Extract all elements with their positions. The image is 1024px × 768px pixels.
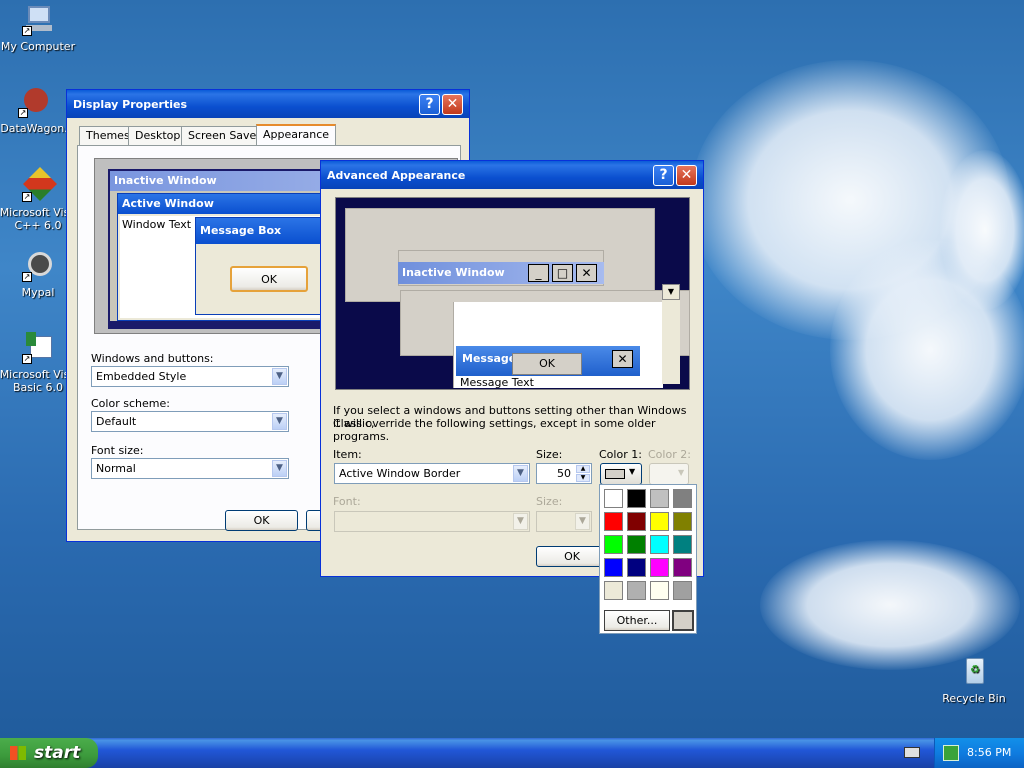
windows-and-buttons-label: Windows and buttons: xyxy=(91,352,214,365)
spinner-down-icon[interactable]: ▼ xyxy=(576,474,590,482)
current-color-swatch[interactable] xyxy=(672,610,694,631)
preview-inactive-titlebar: Inactive Window _ □ ✕ xyxy=(398,262,604,284)
system-tray: 8:56 PM xyxy=(934,738,1024,768)
keyboard-icon[interactable] xyxy=(904,747,920,758)
color-swatch[interactable] xyxy=(604,581,623,600)
color-swatch[interactable] xyxy=(604,489,623,508)
font-size-label: Size: xyxy=(536,495,563,508)
windows-logo-icon xyxy=(10,746,26,760)
chevron-down-icon: ▼ xyxy=(575,513,590,530)
chevron-down-icon[interactable]: ▼ xyxy=(513,465,528,482)
spinner-up-icon[interactable]: ▲ xyxy=(576,465,590,473)
help-button[interactable]: ? xyxy=(419,93,440,115)
recycle-bin-icon: ♻ xyxy=(958,656,990,688)
chevron-down-icon[interactable]: ▼ xyxy=(272,460,287,477)
start-button[interactable]: start xyxy=(0,738,98,768)
size-label: Size: xyxy=(536,448,563,461)
minimize-icon: _ xyxy=(528,264,549,282)
color-swatch[interactable] xyxy=(627,512,646,531)
preview-message-box: Message Box OK xyxy=(195,217,336,315)
tab-desktop[interactable]: Desktop xyxy=(128,126,188,146)
help-button[interactable]: ? xyxy=(653,164,674,186)
preview-ok-button: OK xyxy=(230,266,308,292)
color-swatch[interactable] xyxy=(650,535,669,554)
close-icon: ✕ xyxy=(612,350,633,368)
color1-label: Color 1: xyxy=(599,448,642,461)
visual-basic-icon: ↗ xyxy=(22,332,54,364)
advanced-preview: Inactive Window _ □ ✕ ▼ Message B ✕ OK M… xyxy=(335,197,690,390)
color-swatch[interactable] xyxy=(627,535,646,554)
network-icon[interactable] xyxy=(943,745,959,761)
desktop-icon-datawagon[interactable]: ↗ DataWagon. xyxy=(0,86,74,135)
preview-scrollbar: ▼ xyxy=(662,284,680,384)
font-size-select[interactable]: Normal ▼ xyxy=(91,458,289,479)
font-select: ▼ xyxy=(334,511,530,532)
color-scheme-select[interactable]: Default ▼ xyxy=(91,411,289,432)
window-title: Advanced Appearance xyxy=(327,168,466,182)
cloud xyxy=(760,540,1020,670)
desktop-icon-my-computer[interactable]: ↗ My Computer xyxy=(0,4,78,53)
color2-button: ▼ xyxy=(649,463,689,485)
close-icon: ✕ xyxy=(576,264,597,282)
maximize-icon: □ xyxy=(552,264,573,282)
color-swatch[interactable] xyxy=(604,512,623,531)
taskbar: start 8:56 PM xyxy=(0,738,1024,768)
color-swatch[interactable] xyxy=(627,489,646,508)
tab-screen-saver[interactable]: Screen Saver xyxy=(181,126,268,146)
color-swatch[interactable] xyxy=(673,489,692,508)
desktop-icon-recycle-bin[interactable]: ♻ Recycle Bin xyxy=(934,656,1014,705)
advanced-appearance-titlebar[interactable]: Advanced Appearance ? ✕ xyxy=(321,161,703,189)
color-palette-popup: Other... xyxy=(599,484,697,634)
color-swatch[interactable] xyxy=(673,558,692,577)
visual-cpp-icon: ↗ xyxy=(22,167,57,202)
display-properties-ok-button[interactable]: OK xyxy=(225,510,298,531)
tab-appearance[interactable]: Appearance xyxy=(256,124,337,146)
chevron-down-icon[interactable]: ▼ xyxy=(272,413,287,430)
color-swatch[interactable] xyxy=(650,489,669,508)
cloud xyxy=(940,150,1024,310)
color2-label: Color 2: xyxy=(648,448,691,461)
font-label: Font: xyxy=(333,495,361,508)
close-button[interactable]: ✕ xyxy=(442,93,463,115)
color-swatch[interactable] xyxy=(673,535,692,554)
item-label: Item: xyxy=(333,448,362,461)
font-size-select: ▼ xyxy=(536,511,592,532)
window-title: Display Properties xyxy=(73,97,188,111)
preview-ok-button: OK xyxy=(512,353,582,375)
color-swatch[interactable] xyxy=(604,558,623,577)
clock: 8:56 PM xyxy=(967,746,1012,759)
color-swatch[interactable] xyxy=(627,558,646,577)
display-properties-titlebar[interactable]: Display Properties ? ✕ xyxy=(67,90,469,118)
color-swatch[interactable] xyxy=(650,512,669,531)
color-swatch[interactable] xyxy=(673,512,692,531)
windows-and-buttons-select[interactable]: Embedded Style ▼ xyxy=(91,366,289,387)
color-swatch[interactable] xyxy=(604,535,623,554)
mypal-icon: ↗ xyxy=(22,250,54,282)
close-button[interactable]: ✕ xyxy=(676,164,697,186)
font-size-label: Font size: xyxy=(91,444,144,457)
chevron-down-icon: ▼ xyxy=(678,468,685,477)
datawagon-icon: ↗ xyxy=(18,86,50,118)
preview-message-text: Message Text xyxy=(460,376,534,389)
color-scheme-label: Color scheme: xyxy=(91,397,170,410)
advanced-ok-button[interactable]: OK xyxy=(536,546,608,567)
item-select[interactable]: Active Window Border ▼ xyxy=(334,463,530,484)
color-swatch[interactable] xyxy=(673,581,692,600)
size-spinner[interactable]: 50 ▲ ▼ xyxy=(536,463,592,484)
color-swatch[interactable] xyxy=(650,558,669,577)
color1-button[interactable]: ▼ xyxy=(600,463,642,485)
chevron-down-icon: ▼ xyxy=(629,467,636,476)
color-swatch[interactable] xyxy=(650,581,669,600)
chevron-down-icon[interactable]: ▼ xyxy=(272,368,287,385)
color1-swatch xyxy=(605,469,625,479)
preview-window-text: Window Text xyxy=(122,218,192,231)
chevron-down-icon: ▼ xyxy=(513,513,528,530)
other-color-button[interactable]: Other... xyxy=(604,610,670,631)
info-text-line2: it will override the following settings,… xyxy=(333,417,656,443)
computer-icon: ↗ xyxy=(22,4,54,36)
color-swatch[interactable] xyxy=(627,581,646,600)
